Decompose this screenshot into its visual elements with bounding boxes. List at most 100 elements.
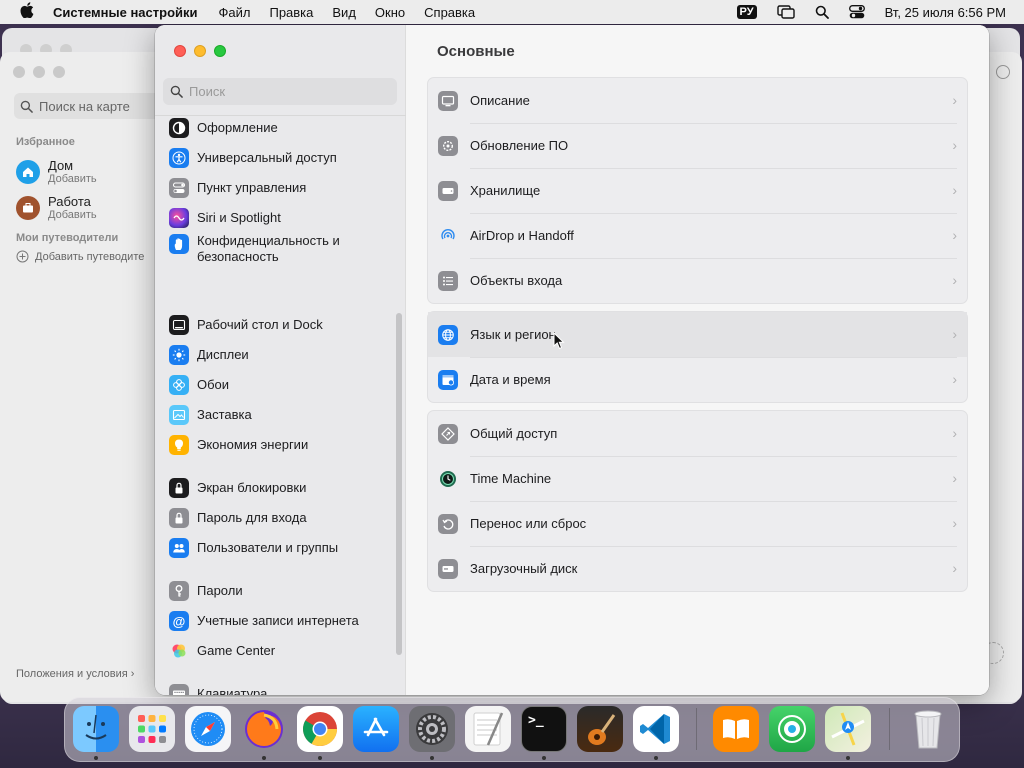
sidebar-item-label: Пункт управления: [197, 180, 307, 195]
dock-running-indicator: [542, 756, 546, 760]
minimize-button[interactable]: [194, 45, 206, 57]
row-startup-disk[interactable]: Загрузочный диск ›: [428, 546, 967, 591]
menu-app-name[interactable]: Системные настройки: [53, 5, 198, 20]
dock-find-my-icon[interactable]: [769, 706, 815, 752]
maps-close-button[interactable]: [13, 66, 25, 78]
close-button[interactable]: [174, 45, 186, 57]
row-language-region[interactable]: Язык и регион ›: [428, 312, 967, 357]
menu-file[interactable]: Файл: [219, 5, 251, 20]
sidebar-item-game-center[interactable]: Game Center: [169, 638, 393, 664]
dock-textedit-icon[interactable]: [465, 706, 511, 752]
sidebar-item-lock-screen[interactable]: Экран блокировки: [169, 475, 393, 501]
menu-help[interactable]: Справка: [424, 5, 475, 20]
sidebar-item-label: Заставка: [197, 407, 252, 422]
maps-search-field[interactable]: Поиск на карте: [14, 93, 164, 119]
maps-add-guide-label: Добавить путеводите: [35, 250, 145, 263]
row-date-time[interactable]: Дата и время ›: [428, 357, 967, 402]
wallpaper-icon: [169, 375, 189, 395]
sidebar-item-energy[interactable]: Экономия энергии: [169, 432, 393, 458]
sidebar-item-label: Учетные записи интернета: [197, 613, 359, 628]
sidebar-search-input[interactable]: [189, 84, 379, 99]
maps-add-guide-button[interactable]: Добавить путеводите: [16, 250, 144, 263]
sidebar-item-siri-spotlight[interactable]: Siri и Spotlight: [169, 205, 393, 231]
sidebar-scrollbar[interactable]: [396, 313, 402, 655]
dock-maps-icon[interactable]: [825, 706, 871, 752]
sidebar-item-internet-accounts[interactable]: @ Учетные записи интернета: [169, 608, 393, 634]
maps-favorite-home[interactable]: Дом Добавить: [16, 158, 97, 185]
dock-safari-icon[interactable]: [185, 706, 231, 752]
sidebar-item-keyboard[interactable]: Клавиатура: [169, 681, 393, 695]
menu-bar: Системные настройки Файл Правка Вид Окно…: [0, 0, 1024, 24]
sidebar-item-label: Оформление: [197, 120, 278, 135]
sidebar-item-passwords[interactable]: Пароли: [169, 578, 393, 604]
maps-minimize-button[interactable]: [33, 66, 45, 78]
mouse-cursor-icon: [553, 332, 565, 350]
internet-accounts-icon: @: [169, 611, 189, 631]
privacy-hand-icon: [169, 234, 189, 254]
menu-view[interactable]: Вид: [332, 5, 356, 20]
sidebar-item-users-groups[interactable]: Пользователи и группы: [169, 535, 393, 561]
row-airdrop-handoff[interactable]: AirDrop и Handoff ›: [428, 213, 967, 258]
maps-terms-label: Положения и условия: [16, 668, 128, 680]
briefcase-icon: [16, 195, 40, 220]
sidebar-item-control-center[interactable]: Пункт управления: [169, 175, 393, 201]
dock-terminal-icon[interactable]: >_: [521, 706, 567, 752]
sharing-icon: [438, 423, 458, 444]
dock-chrome-icon[interactable]: [297, 706, 343, 752]
sidebar-item-accessibility[interactable]: Универсальный доступ: [169, 145, 393, 171]
spotlight-search-icon[interactable]: [815, 5, 829, 19]
users-icon: [169, 538, 189, 558]
sidebar-item-displays[interactable]: Дисплеи: [169, 342, 393, 368]
sidebar-item-appearance[interactable]: Оформление: [169, 117, 393, 141]
dock-launchpad-icon[interactable]: [129, 706, 175, 752]
row-software-update[interactable]: Обновление ПО ›: [428, 123, 967, 168]
sidebar-item-desktop-dock[interactable]: Рабочий стол и Dock: [169, 312, 393, 338]
dock: >_: [64, 697, 960, 762]
settings-group-3: Общий доступ › Time Machine › Перенос ил…: [427, 410, 968, 592]
menu-window[interactable]: Окно: [375, 5, 405, 20]
maps-zoom-button[interactable]: [53, 66, 65, 78]
globe-icon: [438, 324, 458, 345]
settings-sidebar: Оформление Универсальный доступ Пункт уп…: [155, 25, 406, 695]
maps-search-placeholder: Поиск на карте: [39, 98, 130, 114]
row-label: Обновление ПО: [470, 138, 569, 153]
row-storage[interactable]: Хранилище ›: [428, 168, 967, 213]
screen-mirroring-icon[interactable]: [776, 5, 795, 19]
sidebar-item-wallpaper[interactable]: Обои: [169, 372, 393, 398]
apple-menu-icon[interactable]: [18, 1, 36, 23]
sidebar-item-privacy-security[interactable]: Конфиденциальность и безопасность: [169, 233, 393, 267]
maps-favorites-header: Избранное: [16, 136, 75, 148]
row-login-items[interactable]: Объекты входа ›: [428, 258, 967, 303]
home-icon: [16, 159, 40, 184]
row-about[interactable]: Описание ›: [428, 78, 967, 123]
account-icon[interactable]: [996, 65, 1010, 79]
input-source-badge[interactable]: РУ: [736, 5, 757, 19]
zoom-button[interactable]: [214, 45, 226, 57]
maps-favorite-work[interactable]: Работа Добавить: [16, 194, 97, 221]
sidebar-list: Оформление Универсальный доступ Пункт уп…: [155, 117, 395, 695]
chevron-right-icon: ›: [952, 470, 957, 486]
sidebar-search-field[interactable]: [163, 78, 397, 105]
sidebar-item-screensaver[interactable]: Заставка: [169, 402, 393, 428]
chevron-right-icon: ›: [952, 560, 957, 576]
dock-garageband-icon[interactable]: [577, 706, 623, 752]
dock-vscode-icon[interactable]: [633, 706, 679, 752]
menu-edit[interactable]: Правка: [269, 5, 313, 20]
sidebar-item-login-password[interactable]: Пароль для входа: [169, 505, 393, 531]
dock-firefox-icon[interactable]: [241, 706, 287, 752]
maps-terms-link[interactable]: Положения и условия ›: [16, 668, 134, 680]
row-label: Хранилище: [470, 183, 541, 198]
dock-settings-gear-icon[interactable]: [409, 706, 455, 752]
control-center-toggle-icon[interactable]: [848, 5, 865, 19]
dock-finder-icon[interactable]: [73, 706, 119, 752]
dock-app-store-icon[interactable]: [353, 706, 399, 752]
dock-books-icon[interactable]: [713, 706, 759, 752]
dock-trash-icon[interactable]: [905, 706, 951, 752]
row-transfer-reset[interactable]: Перенос или сброс ›: [428, 501, 967, 546]
row-time-machine[interactable]: Time Machine ›: [428, 456, 967, 501]
menu-clock[interactable]: Вт, 25 июля 6:56 PM: [885, 5, 1006, 20]
airdrop-icon: [438, 226, 458, 246]
row-sharing[interactable]: Общий доступ ›: [428, 411, 967, 456]
dock-separator: [889, 708, 890, 750]
sidebar-item-label: Пароли: [197, 583, 243, 598]
